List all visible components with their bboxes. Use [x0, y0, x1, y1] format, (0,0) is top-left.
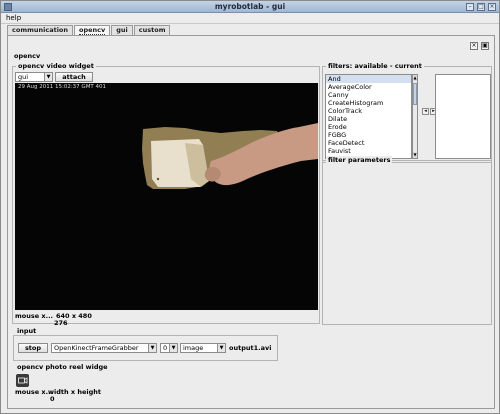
- list-item[interactable]: Canny: [326, 91, 411, 99]
- minimize-icon[interactable]: –: [466, 3, 474, 11]
- filter-parameters-title: filter parameters: [326, 156, 393, 164]
- menu-help[interactable]: help: [6, 14, 21, 22]
- window-controls: – □ ×: [466, 3, 496, 11]
- chevron-down-icon: ▼: [217, 344, 225, 352]
- list-item[interactable]: FaceDetect: [326, 139, 411, 147]
- filters-scrollbar[interactable]: ▲ ▼: [412, 74, 418, 159]
- list-item[interactable]: CreateHistogram: [326, 99, 411, 107]
- grabber-select-value: OpenKinectFrameGrabber: [54, 344, 139, 352]
- current-filters-list[interactable]: [435, 74, 491, 159]
- list-item[interactable]: And: [326, 75, 411, 83]
- undock-icon[interactable]: ×: [470, 42, 478, 50]
- title-bar[interactable]: myrobotlab - gui – □ ×: [1, 1, 499, 13]
- camera-icon-shape: [18, 377, 28, 384]
- photo-reel-count: 0: [50, 395, 55, 403]
- window-title: myrobotlab - gui: [214, 2, 286, 11]
- menu-bar: help: [1, 13, 499, 24]
- list-item[interactable]: Fauvist: [326, 147, 411, 155]
- panel-title: opencv: [14, 52, 41, 60]
- scroll-thumb[interactable]: [413, 83, 417, 105]
- photo-reel-title: opencv photo reel widge: [17, 363, 108, 371]
- maximize-icon[interactable]: □: [477, 3, 485, 11]
- tab-strip: communication opencv gui custom: [7, 25, 171, 35]
- filters-title: filters: available - current: [326, 62, 424, 70]
- filter-parameters-group: filter parameters: [322, 156, 492, 325]
- attach-button[interactable]: attach: [55, 72, 93, 82]
- chevron-down-icon: ▼: [44, 73, 52, 81]
- chevron-down-icon: ▼: [148, 344, 156, 352]
- arrow-left-icon[interactable]: ◂: [422, 108, 429, 115]
- stop-button[interactable]: stop: [18, 343, 48, 353]
- video-display[interactable]: 29 Aug 2011 15:02:37 GMT 401: [15, 83, 318, 310]
- mouse-position-label: mouse x...: [15, 312, 54, 320]
- available-filters-list[interactable]: And AverageColor Canny CreateHistogram C…: [325, 74, 412, 159]
- frame-count-value: 276: [54, 319, 68, 327]
- tab-label: custom: [138, 26, 166, 34]
- input-type-value: image: [183, 344, 204, 352]
- list-item[interactable]: Erode: [326, 123, 411, 131]
- video-frame-image: [142, 123, 318, 189]
- tab-communication[interactable]: communication: [7, 25, 74, 35]
- input-type-select[interactable]: image ▼: [180, 343, 226, 353]
- index-select-value: 0: [163, 344, 168, 352]
- list-item[interactable]: AverageColor: [326, 83, 411, 91]
- list-item[interactable]: FGBG: [326, 131, 411, 139]
- tab-label: opencv: [79, 26, 106, 35]
- video-widget-title: opencv video widget: [16, 62, 96, 70]
- tab-gui[interactable]: gui: [111, 25, 133, 35]
- tab-opencv[interactable]: opencv: [74, 25, 111, 35]
- input-title: input: [17, 327, 37, 335]
- source-select-value: gui: [18, 73, 29, 81]
- scroll-down-icon[interactable]: ▼: [413, 152, 417, 158]
- main-window: myrobotlab - gui – □ × help communicatio…: [0, 0, 500, 414]
- photo-reel-size-label: width x height: [48, 388, 101, 396]
- tab-label: communication: [12, 26, 69, 34]
- opencv-panel: × ▣ opencv opencv video widget gui ▼ att…: [7, 35, 495, 409]
- scroll-up-icon[interactable]: ▲: [413, 75, 417, 81]
- list-item[interactable]: ColorTrack: [326, 107, 411, 115]
- input-file-name: output1.avi: [229, 344, 272, 352]
- camera-icon[interactable]: [16, 374, 29, 387]
- index-select[interactable]: 0 ▼: [160, 343, 178, 353]
- detach-icon[interactable]: ▣: [481, 42, 489, 50]
- source-select[interactable]: gui ▼: [15, 72, 53, 82]
- grabber-select[interactable]: OpenKinectFrameGrabber ▼: [51, 343, 157, 353]
- close-icon[interactable]: ×: [488, 3, 496, 11]
- tab-custom[interactable]: custom: [133, 25, 171, 35]
- chevron-down-icon: ▼: [169, 344, 177, 352]
- tab-label: gui: [116, 26, 128, 34]
- list-item[interactable]: Dilate: [326, 115, 411, 123]
